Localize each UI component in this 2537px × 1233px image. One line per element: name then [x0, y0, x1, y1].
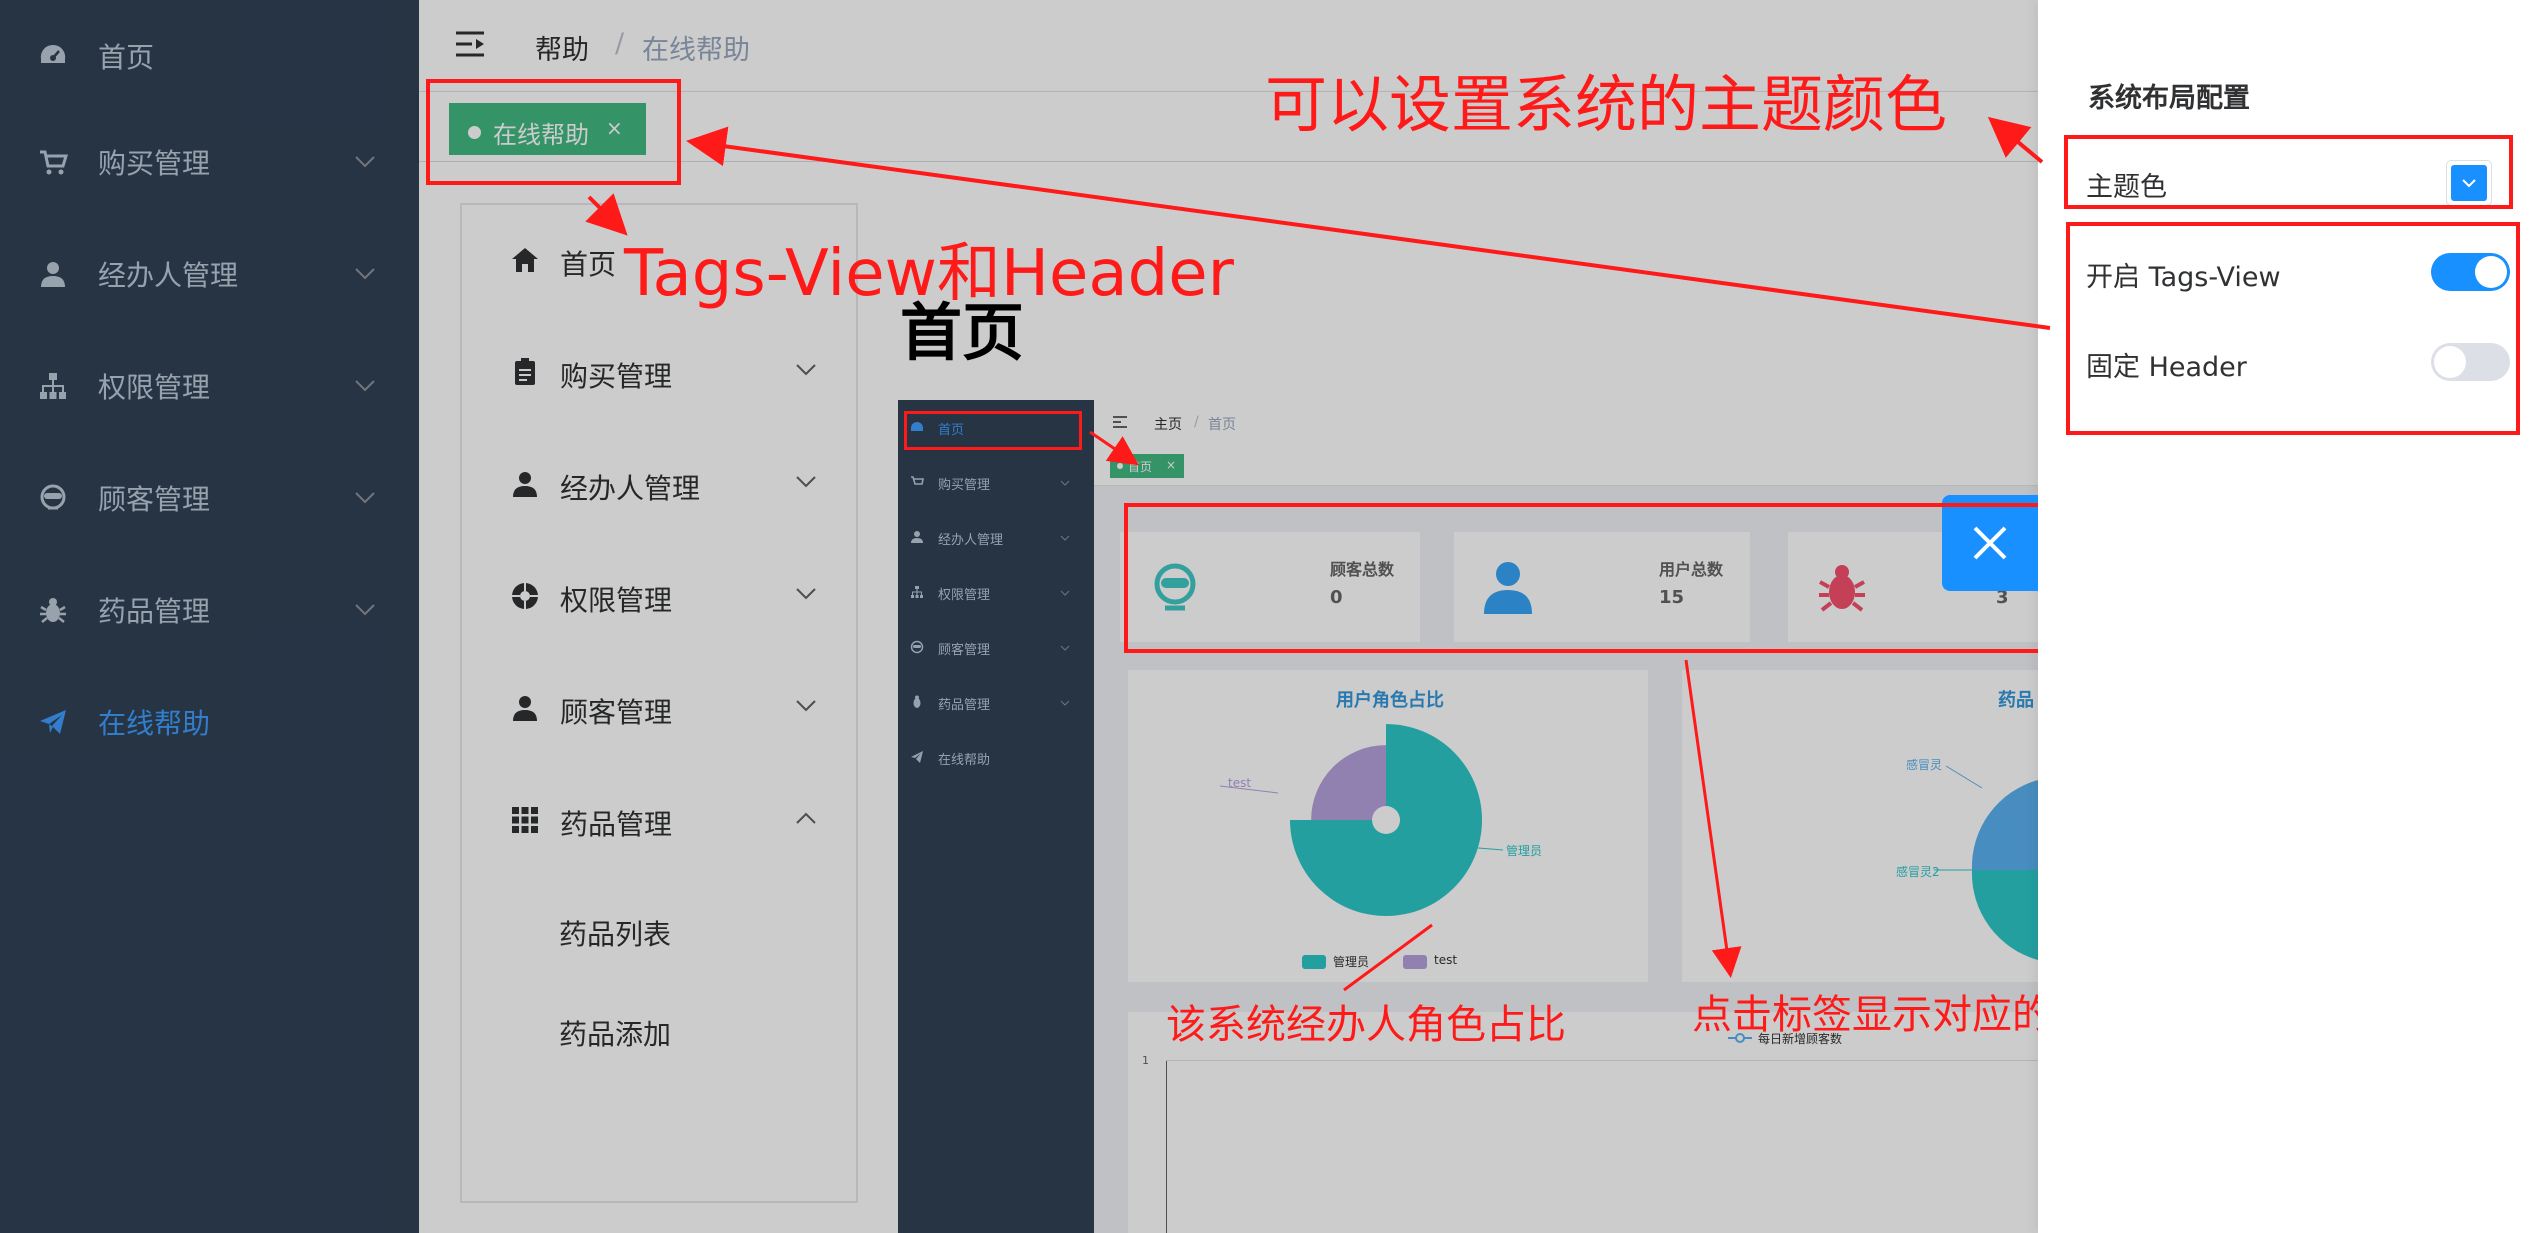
annotation-pie: 该系统经办人角色占比 — [1166, 1002, 1566, 1048]
arrow-theme — [1987, 116, 2044, 164]
arrow-tags-header — [585, 193, 628, 236]
arrow-pie — [1343, 923, 1433, 992]
annotation-theme: 可以设置系统的主题颜色 — [1265, 68, 1948, 141]
arrow-embedded-home — [1089, 430, 1139, 466]
annotation-tags-header: Tags-View和Header — [624, 237, 1234, 311]
annotation-click-tag: 点击标签显示对应的 — [1692, 992, 2038, 1038]
arrow-click-tag — [1684, 659, 1742, 978]
